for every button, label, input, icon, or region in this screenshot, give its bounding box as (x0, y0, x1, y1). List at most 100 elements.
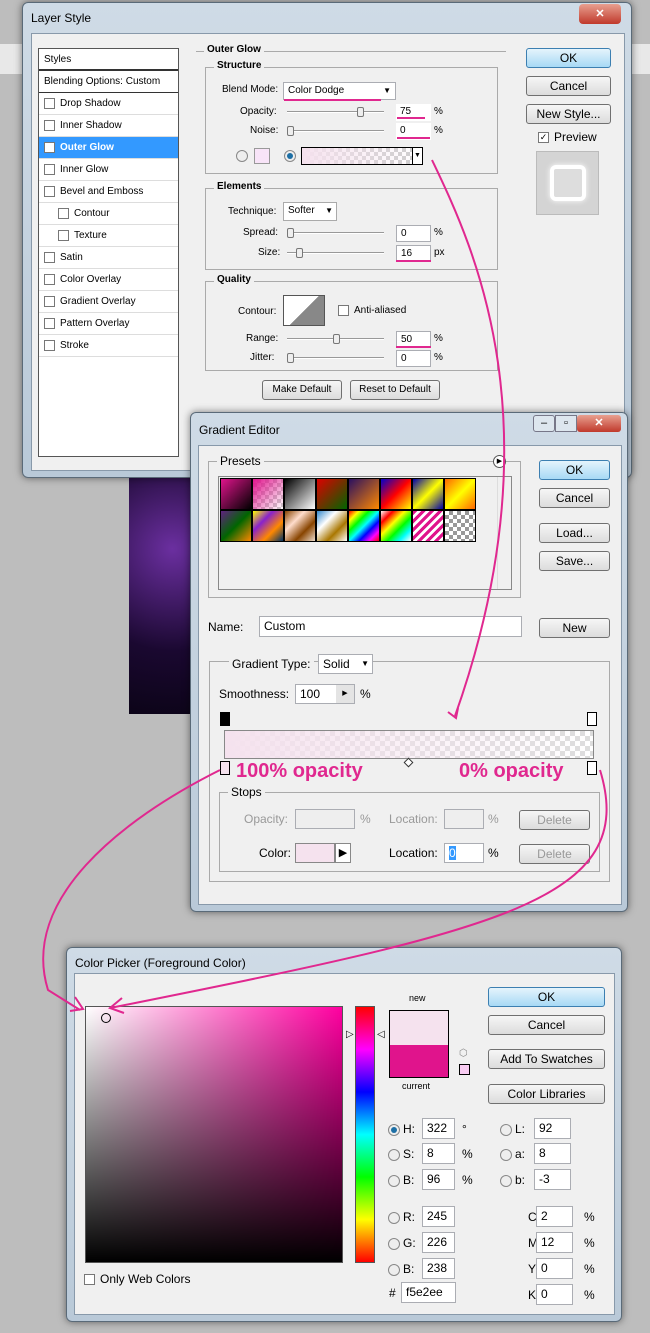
Bl-radio[interactable] (388, 1264, 400, 1276)
scrollbar[interactable] (497, 477, 511, 589)
style-checkbox[interactable] (44, 97, 55, 109)
spread-input[interactable]: 0 (396, 225, 431, 242)
gradient-preset[interactable] (284, 510, 316, 542)
R-radio[interactable] (388, 1212, 400, 1224)
ok-button[interactable]: OK (488, 987, 605, 1007)
delete-color-stop-button[interactable]: Delete (519, 844, 590, 864)
gradient-type-select[interactable]: Solid ▼ (318, 654, 373, 674)
B-input[interactable]: 96 (422, 1169, 455, 1190)
gradient-preset[interactable] (348, 510, 380, 542)
minimize-button[interactable]: – (533, 415, 555, 432)
H-radio[interactable] (388, 1124, 400, 1136)
noise-slider[interactable] (287, 126, 384, 136)
maximize-button[interactable]: ▫ (555, 415, 577, 432)
color-libraries-button[interactable]: Color Libraries (488, 1084, 605, 1104)
style-checkbox[interactable] (44, 185, 55, 197)
ok-button[interactable]: OK (539, 460, 610, 480)
style-checkbox[interactable] (44, 339, 55, 351)
styles-header[interactable]: Styles (39, 49, 178, 71)
gradient-preset[interactable] (444, 510, 476, 542)
jitter-slider[interactable] (287, 353, 384, 363)
C-input[interactable]: 2 (536, 1206, 573, 1227)
new-button[interactable]: New (539, 618, 610, 638)
opacity-location-input[interactable] (444, 809, 484, 829)
jitter-input[interactable]: 0 (396, 350, 431, 367)
a-radio[interactable] (500, 1149, 512, 1161)
load-button[interactable]: Load... (539, 523, 610, 543)
b-radio[interactable] (500, 1175, 512, 1187)
close-button[interactable]: ✕ (579, 4, 621, 24)
hue-slider-marker-icon[interactable]: ◁ (377, 1029, 385, 1040)
anti-aliased-checkbox[interactable]: Anti-aliased (338, 305, 406, 316)
current-color-swatch[interactable] (390, 1045, 448, 1077)
style-checkbox[interactable] (44, 251, 55, 263)
hue-slider-marker-icon[interactable]: ▷ (346, 1029, 354, 1040)
G-radio[interactable] (388, 1238, 400, 1250)
web-safe-swatch[interactable] (459, 1064, 470, 1075)
style-item[interactable]: Drop Shadow (39, 93, 178, 115)
style-checkbox[interactable]: ✓ (44, 141, 55, 153)
gamut-warning-icon[interactable]: ⬡ (459, 1048, 468, 1059)
glow-color-swatch[interactable] (254, 148, 270, 164)
cancel-button[interactable]: Cancel (526, 76, 611, 96)
ok-button[interactable]: OK (526, 48, 611, 68)
L-radio[interactable] (500, 1124, 512, 1136)
S-radio[interactable] (388, 1149, 400, 1161)
gradient-name-input[interactable]: Custom (259, 616, 522, 637)
style-item[interactable]: Satin (39, 247, 178, 269)
color-radio[interactable] (236, 150, 248, 162)
style-item[interactable]: Inner Shadow (39, 115, 178, 137)
style-item[interactable]: Pattern Overlay (39, 313, 178, 335)
style-checkbox[interactable] (58, 229, 69, 241)
gradient-preset[interactable] (252, 510, 284, 542)
gradient-preset[interactable] (380, 478, 412, 510)
Bl-input[interactable]: 238 (422, 1258, 455, 1279)
preview-checkbox[interactable]: ✓ Preview (538, 130, 597, 144)
gradient-preset[interactable] (444, 478, 476, 510)
new-style-button[interactable]: New Style... (526, 104, 611, 124)
style-item[interactable]: Contour (39, 203, 178, 225)
color-location-input[interactable]: 0 (444, 843, 484, 863)
only-web-colors-checkbox[interactable]: Only Web Colors (84, 1272, 190, 1286)
make-default-button[interactable]: Make Default (262, 380, 342, 400)
style-checkbox[interactable] (44, 119, 55, 131)
blend-mode-select[interactable]: Color Dodge ▼ (283, 82, 396, 100)
color-stop-right[interactable] (587, 761, 597, 775)
opacity-slider[interactable] (287, 107, 384, 117)
color-stop-left[interactable] (220, 761, 230, 775)
style-item[interactable]: ✓ Outer Glow (39, 137, 178, 159)
add-to-swatches-button[interactable]: Add To Swatches (488, 1049, 605, 1069)
gradient-preset[interactable] (412, 478, 444, 510)
gradient-preset[interactable] (220, 478, 252, 510)
presets-menu-icon[interactable]: ▶ (493, 455, 506, 468)
style-item[interactable]: Texture (39, 225, 178, 247)
color-menu-arrow-icon[interactable]: ▶ (335, 843, 351, 863)
blending-options[interactable]: Blending Options: Custom (39, 71, 178, 93)
B-radio[interactable] (388, 1175, 400, 1187)
R-input[interactable]: 245 (422, 1206, 455, 1227)
style-item[interactable]: Bevel and Emboss (39, 181, 178, 203)
stop-color-swatch[interactable] (295, 843, 335, 863)
gradient-preset[interactable] (380, 510, 412, 542)
M-input[interactable]: 12 (536, 1232, 573, 1253)
K-input[interactable]: 0 (536, 1284, 573, 1305)
cancel-button[interactable]: Cancel (488, 1015, 605, 1035)
smoothness-input[interactable]: 100 ▶ (295, 684, 355, 704)
H-input[interactable]: 322 (422, 1118, 455, 1139)
cancel-button[interactable]: Cancel (539, 488, 610, 508)
style-checkbox[interactable] (58, 207, 69, 219)
size-slider[interactable] (287, 248, 384, 258)
S-input[interactable]: 8 (422, 1143, 455, 1164)
style-item[interactable]: Gradient Overlay (39, 291, 178, 313)
reset-default-button[interactable]: Reset to Default (350, 380, 440, 400)
style-checkbox[interactable] (44, 317, 55, 329)
a-input[interactable]: 8 (534, 1143, 571, 1164)
gradient-radio[interactable] (284, 150, 296, 162)
gradient-preset[interactable] (220, 510, 252, 542)
gradient-preset[interactable] (412, 510, 444, 542)
style-checkbox[interactable] (44, 295, 55, 307)
save-button[interactable]: Save... (539, 551, 610, 571)
gradient-preset[interactable] (316, 478, 348, 510)
technique-select[interactable]: Softer ▼ (283, 202, 337, 221)
gradient-preset[interactable] (284, 478, 316, 510)
